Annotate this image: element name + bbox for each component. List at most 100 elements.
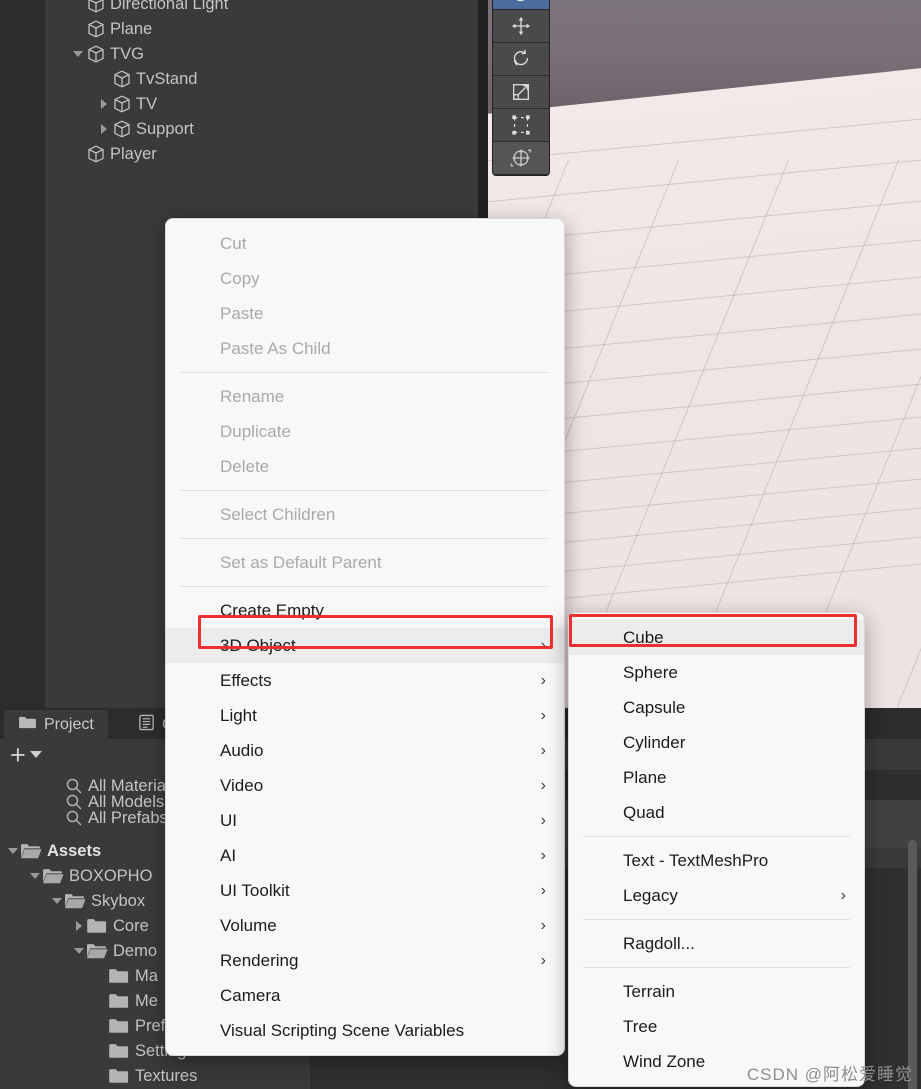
submenu-item-cylinder[interactable]: Cylinder <box>569 725 864 760</box>
project-tree-item-textures[interactable]: Textures <box>0 1064 197 1088</box>
chevron-down-icon[interactable] <box>28 864 42 888</box>
project-tree-item-me[interactable]: Me <box>0 989 158 1013</box>
chevron-down-icon[interactable] <box>6 839 20 863</box>
folder-open-icon <box>86 942 108 960</box>
tab-project-label: Project <box>44 715 94 733</box>
chevron-right-icon: › <box>540 671 546 689</box>
hierarchy-item-player[interactable]: Player <box>45 142 157 166</box>
chevron-right-icon[interactable] <box>97 92 111 116</box>
hierarchy-context-menu[interactable]: Cut Copy Paste Paste As Child Rename Duplicat… <box>165 218 565 1056</box>
add-asset-button[interactable]: + <box>10 741 26 768</box>
menu-item-label: Capsule <box>623 697 686 717</box>
menu-separator <box>583 836 850 837</box>
menu-item-ui[interactable]: UI › <box>166 803 564 838</box>
3d-object-submenu[interactable]: Cube Sphere Capsule Cylinder Plane Quad Text -… <box>568 612 865 1087</box>
menu-item-rendering[interactable]: Rendering › <box>166 943 564 978</box>
menu-item-label: Quad <box>623 802 665 822</box>
cube-icon <box>85 43 107 65</box>
menu-item-camera[interactable]: Camera <box>166 978 564 1013</box>
hierarchy-item-tvstand[interactable]: TvStand <box>45 67 197 91</box>
menu-item-label: Cylinder <box>623 732 686 752</box>
chevron-right-icon[interactable] <box>97 117 111 141</box>
menu-item-ui-toolkit[interactable]: UI Toolkit › <box>166 873 564 908</box>
cube-icon <box>111 68 133 90</box>
submenu-item-tree[interactable]: Tree <box>569 1009 864 1044</box>
hierarchy-item-plane[interactable]: Plane <box>45 17 152 41</box>
submenu-item-capsule[interactable]: Capsule <box>569 690 864 725</box>
menu-item-label: Visual Scripting Scene Variables <box>220 1020 465 1040</box>
project-tree-item-label: Ma <box>135 966 158 985</box>
no-expand-spacer <box>94 1039 108 1063</box>
hierarchy-item-support[interactable]: Support <box>45 117 194 141</box>
no-expand-spacer <box>71 0 85 16</box>
project-tree-item-all-prefabs[interactable]: All Prefabs <box>0 806 168 830</box>
menu-item-label: Paste As Child <box>220 338 331 358</box>
project-tree-item-assets[interactable]: Assets <box>0 839 101 863</box>
folder-open-icon <box>20 842 42 860</box>
chevron-right-icon[interactable] <box>72 914 86 938</box>
menu-item-3d-object[interactable]: 3D Object › <box>166 628 564 663</box>
left-gutter <box>0 0 45 708</box>
project-tree-item-label: Assets <box>47 841 102 860</box>
folder-icon <box>18 715 37 735</box>
submenu-item-ragdoll[interactable]: Ragdoll... <box>569 926 864 961</box>
menu-separator <box>583 967 850 968</box>
project-tree-item-skybox[interactable]: Skybox <box>0 889 145 913</box>
menu-item-label: Video <box>220 775 264 795</box>
project-tree-item-prefabs[interactable]: Prefabs <box>0 1014 192 1038</box>
move-tool-button[interactable] <box>493 10 549 43</box>
submenu-item-text-textmeshpro[interactable]: Text - TextMeshPro <box>569 843 864 878</box>
project-tree-item-demo[interactable]: Demo <box>0 939 157 963</box>
menu-separator <box>180 538 550 539</box>
submenu-item-legacy[interactable]: Legacy › <box>569 878 864 913</box>
menu-item-label: Legacy <box>623 885 678 905</box>
menu-item-label: Terrain <box>623 981 675 1001</box>
rect-tool-button[interactable] <box>493 109 549 142</box>
scale-tool-button[interactable] <box>493 76 549 109</box>
menu-item-effects[interactable]: Effects › <box>166 663 564 698</box>
hierarchy-item-tv[interactable]: TV <box>45 92 157 116</box>
menu-item-label: Cut <box>220 233 247 253</box>
submenu-item-terrain[interactable]: Terrain <box>569 974 864 1009</box>
chevron-down-icon[interactable] <box>71 42 85 66</box>
menu-item-label: Set as Default Parent <box>220 552 382 572</box>
menu-item-label: Camera <box>220 985 281 1005</box>
hierarchy-item-tvg[interactable]: TVG <box>45 42 144 66</box>
folder-icon <box>86 917 108 935</box>
menu-item-label: Sphere <box>623 662 678 682</box>
submenu-item-quad[interactable]: Quad <box>569 795 864 830</box>
hierarchy-item-directional-light[interactable]: Directional Light <box>45 0 228 16</box>
rotate-tool-button[interactable] <box>493 43 549 76</box>
menu-item-audio[interactable]: Audio › <box>166 733 564 768</box>
chevron-right-icon: › <box>540 706 546 724</box>
hand-tool-button[interactable] <box>493 0 549 10</box>
submenu-item-sphere[interactable]: Sphere <box>569 655 864 690</box>
menu-item-video[interactable]: Video › <box>166 768 564 803</box>
chevron-down-icon[interactable] <box>29 751 42 758</box>
project-scrollbar[interactable] <box>908 840 917 1089</box>
chevron-down-icon[interactable] <box>50 889 64 913</box>
menu-separator <box>180 586 550 587</box>
hierarchy-item-label: Directional Light <box>110 0 229 13</box>
project-tree-item-boxopho[interactable]: BOXOPHO <box>0 864 152 888</box>
watermark: CSDN @阿松爱睡觉 <box>746 1065 913 1084</box>
scene-light-gizmo <box>806 125 809 128</box>
menu-item-volume[interactable]: Volume › <box>166 908 564 943</box>
submenu-item-cube[interactable]: Cube <box>569 620 864 655</box>
no-expand-spacer <box>94 964 108 988</box>
no-expand-spacer <box>71 17 85 41</box>
scene-tool-strip[interactable] <box>492 0 550 176</box>
chevron-down-icon[interactable] <box>72 939 86 963</box>
menu-item-light[interactable]: Light › <box>166 698 564 733</box>
tab-project[interactable]: Project <box>4 710 108 739</box>
submenu-item-plane[interactable]: Plane <box>569 760 864 795</box>
project-tree-item-ma[interactable]: Ma <box>0 964 158 988</box>
transform-tool-button[interactable] <box>493 142 549 175</box>
folder-icon <box>108 992 130 1010</box>
menu-item-visual-scripting-scene-variables[interactable]: Visual Scripting Scene Variables <box>166 1013 564 1048</box>
hierarchy-item-label: TV <box>136 94 158 113</box>
menu-item-ai[interactable]: AI › <box>166 838 564 873</box>
menu-item-label: Copy <box>220 268 260 288</box>
menu-item-create-empty[interactable]: Create Empty <box>166 593 564 628</box>
project-tree-item-core[interactable]: Core <box>0 914 149 938</box>
